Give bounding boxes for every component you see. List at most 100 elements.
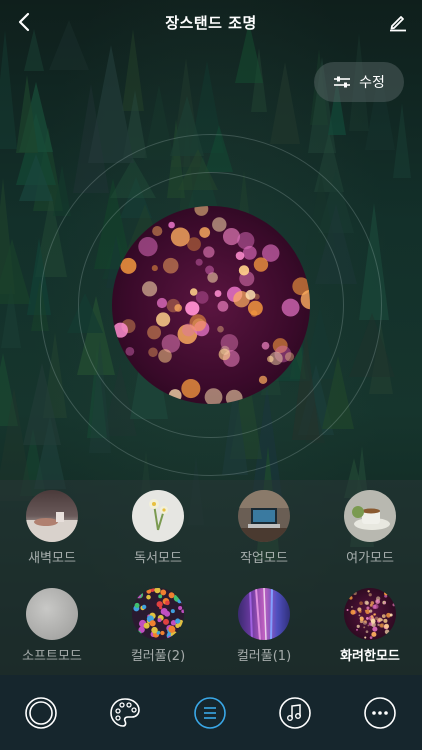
bokeh-light — [162, 257, 179, 274]
bokeh-light — [261, 341, 270, 350]
bokeh-light — [182, 323, 195, 337]
nav-more[interactable] — [362, 695, 398, 731]
bokeh-light — [364, 600, 369, 605]
bokeh-light — [356, 628, 358, 631]
bokeh-light — [346, 608, 349, 611]
bokeh-light — [370, 618, 376, 624]
back-button[interactable] — [8, 6, 40, 38]
bokeh-light — [151, 265, 158, 272]
bokeh-light — [363, 626, 366, 629]
bokeh-light — [372, 626, 378, 632]
tree-shape — [270, 61, 301, 144]
bead — [160, 630, 165, 636]
list-icon — [194, 697, 226, 729]
mode-label: 컬러풀(2) — [130, 649, 186, 664]
mode-item-colorful-1[interactable]: 컬러풀(1) — [216, 588, 312, 670]
bead — [168, 625, 176, 633]
mode-item-dawn[interactable]: 새벽모드 — [4, 490, 100, 572]
bokeh-light — [392, 603, 396, 607]
fireworks-thumbnail — [344, 588, 396, 640]
bokeh-light — [369, 636, 373, 639]
fireworks-image — [112, 206, 310, 404]
bokeh-light — [369, 603, 373, 607]
bottom-nav — [0, 675, 422, 750]
bokeh-light — [349, 596, 353, 600]
bead — [146, 588, 152, 594]
bokeh-light — [152, 226, 163, 237]
bokeh-light — [125, 346, 135, 356]
mode-label: 새벽모드 — [28, 551, 76, 566]
bokeh-light — [371, 631, 377, 637]
bokeh-light — [359, 601, 363, 606]
bead — [179, 627, 184, 635]
nav-list[interactable] — [192, 695, 228, 731]
bokeh-light — [253, 257, 269, 272]
chevron-left-icon — [18, 12, 30, 32]
bead — [157, 618, 162, 623]
colorful-beads-thumbnail — [132, 588, 184, 640]
bokeh-light — [258, 375, 268, 385]
light-preview-circle[interactable] — [112, 206, 310, 404]
laptop-thumbnail — [238, 490, 290, 542]
bead — [181, 609, 184, 614]
mode-item-leisure[interactable]: 여가모드 — [322, 490, 418, 572]
edit-button[interactable] — [382, 6, 414, 38]
bokeh-light — [235, 251, 245, 261]
mode-label-active: 화려한모드 — [340, 649, 400, 664]
flower-thumbnail — [132, 490, 184, 542]
mode-item-colorful-2[interactable]: 컬러풀(2) — [110, 588, 206, 670]
bokeh-light — [214, 290, 222, 297]
bokeh-light — [384, 601, 387, 604]
bead — [149, 620, 156, 627]
mode-item-soft[interactable]: 소프트모드 — [4, 588, 100, 670]
bokeh-light — [360, 617, 365, 622]
nav-palette[interactable] — [107, 695, 143, 731]
bead — [134, 630, 142, 638]
bokeh-light — [148, 347, 158, 358]
bokeh-light — [141, 281, 158, 297]
bokeh-light — [365, 630, 369, 634]
bokeh-light — [358, 614, 361, 617]
bokeh-light — [384, 629, 390, 635]
bokeh-light — [358, 609, 362, 614]
more-icon — [364, 697, 396, 729]
bokeh-light — [217, 325, 224, 333]
adjust-button[interactable]: 수정 — [314, 62, 404, 102]
bokeh-light — [181, 378, 201, 399]
bokeh-light — [351, 605, 353, 608]
bokeh-light — [353, 591, 357, 596]
tree-shape — [52, 164, 71, 216]
adjust-button-label: 수정 — [359, 75, 385, 91]
bead — [168, 592, 175, 599]
bead — [163, 618, 170, 625]
bokeh-light — [204, 388, 223, 404]
tree-shape — [393, 103, 412, 179]
ring-icon — [25, 697, 57, 729]
bokeh-light — [245, 289, 256, 300]
nav-music[interactable] — [277, 695, 313, 731]
tree-shape — [16, 74, 39, 153]
bead — [177, 599, 182, 604]
bead — [134, 591, 142, 599]
bokeh-light — [185, 301, 200, 316]
palette-icon — [110, 698, 140, 727]
bead — [132, 588, 138, 592]
bokeh-light — [381, 614, 386, 619]
bokeh-light — [372, 604, 377, 609]
top-bar: 장스탠드 조명 — [0, 0, 422, 44]
dawn-thumbnail — [26, 490, 78, 542]
bead — [180, 633, 184, 638]
mode-item-reading[interactable]: 독서모드 — [110, 490, 206, 572]
bokeh-light — [383, 618, 388, 623]
bokeh-light — [367, 624, 370, 627]
mode-item-fancy[interactable]: 화려한모드 — [322, 588, 418, 670]
tree-shape — [0, 30, 18, 150]
bokeh-light — [158, 349, 172, 363]
mode-item-work[interactable]: 작업모드 — [216, 490, 312, 572]
bead — [158, 594, 163, 599]
page-title: 장스탠드 조명 — [165, 13, 257, 32]
nav-ring[interactable] — [23, 695, 59, 731]
bokeh-light — [378, 617, 383, 622]
bokeh-light — [156, 312, 171, 327]
bead — [134, 602, 140, 608]
